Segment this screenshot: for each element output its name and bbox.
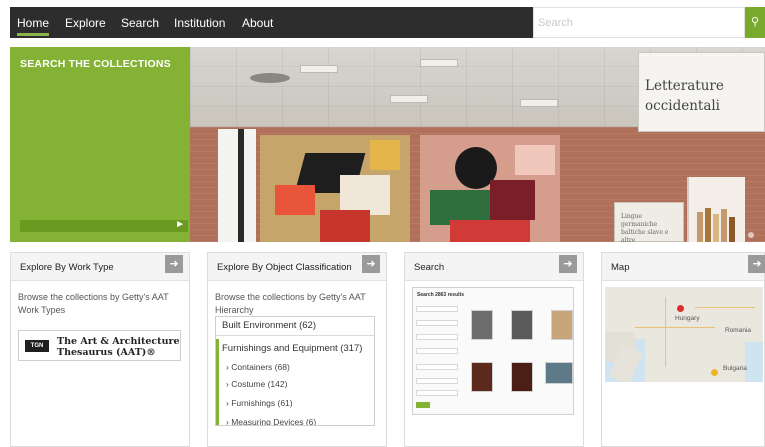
card-work-type: Explore By Work Type ➜ Browse the collec… (10, 252, 190, 447)
nav-explore-link[interactable]: Explore (65, 16, 106, 30)
map-label: Romania (725, 327, 752, 334)
map-label: Hungary (675, 315, 700, 322)
list-item[interactable]: › Containers (68) (226, 362, 290, 372)
search-preview-image[interactable]: Search 2863 results (412, 287, 574, 415)
list-item[interactable]: › Furnishings (61) (226, 398, 293, 408)
arrow-right-icon[interactable]: ► (175, 219, 185, 230)
card-title: Explore By Object Classification (217, 262, 352, 273)
card-search: Search ➜ Search 2863 results (404, 252, 584, 447)
nav-institution-link[interactable]: Institution (174, 16, 225, 30)
search-icon: ⚲ (750, 16, 760, 28)
map-marker-icon[interactable] (711, 369, 718, 376)
aat-link[interactable]: TGN The Art & Architecture Thesaurus (AA… (18, 330, 181, 361)
nav-about-link[interactable]: About (242, 16, 273, 30)
aat-title: The Art & Architecture Thesaurus (AAT)® (57, 336, 180, 358)
small-library-sign: Lingue germaniche baltiche slave e altre (614, 202, 684, 242)
list-item[interactable]: › Costume (142) (226, 379, 287, 389)
map-preview[interactable]: Hungary Romania Bulgaria (605, 287, 763, 382)
arrow-right-icon[interactable]: ➜ (165, 255, 183, 273)
carousel-dots (745, 225, 765, 242)
arrow-right-icon[interactable]: ➜ (362, 255, 380, 273)
card-title: Explore By Work Type (20, 262, 114, 273)
card-object-classification: Explore By Object Classification ➜ Brows… (207, 252, 387, 447)
tapestry-left (260, 135, 410, 242)
nav-search-link[interactable]: Search (121, 16, 159, 30)
card-header: Map ➜ (602, 253, 765, 281)
ceiling-vent (250, 73, 290, 83)
card-title: Search (414, 262, 445, 273)
carousel-dot[interactable] (748, 232, 754, 238)
card-header: Search ➜ (405, 253, 583, 281)
nav-home-link[interactable]: Home (17, 16, 50, 36)
tapestry-right (420, 135, 560, 242)
column (218, 129, 256, 242)
arrow-right-icon[interactable]: ➜ (559, 255, 577, 273)
search-preview-title: Search 2863 results (417, 292, 464, 298)
card-description: Browse the collections by Getty's AAT Wo… (18, 292, 169, 315)
aat-logo: TGN (25, 340, 49, 352)
list-item[interactable]: › Measuring Devices (6) (226, 417, 316, 425)
site-search-input[interactable]: Search (533, 7, 745, 38)
site-search-button[interactable]: ⚲ (745, 7, 765, 38)
map-label: Bulgaria (723, 365, 747, 372)
library-sign: Letterature occidentali (638, 52, 765, 132)
hero-panel: SEARCH THE COLLECTIONS ► (10, 47, 190, 242)
map-marker-icon[interactable] (677, 305, 684, 312)
hero-carousel-bar[interactable]: ► (20, 219, 188, 232)
hero-photo: Letterature occidentali Lingue germanich… (190, 47, 765, 242)
card-header: Explore By Object Classification ➜ (208, 253, 386, 281)
card-description: Browse the collections by Getty's AAT Hi… (215, 292, 366, 315)
card-map: Map ➜ Hungary Romania Bulgaria (601, 252, 765, 447)
classification-list: Built Environment (62) Furnishings and E… (215, 316, 375, 426)
bookshelf (687, 177, 745, 242)
arrow-right-icon[interactable]: ➜ (748, 255, 765, 273)
hero-title: SEARCH THE COLLECTIONS (20, 58, 171, 70)
card-title: Map (611, 262, 630, 273)
card-header: Explore By Work Type ➜ (11, 253, 189, 281)
